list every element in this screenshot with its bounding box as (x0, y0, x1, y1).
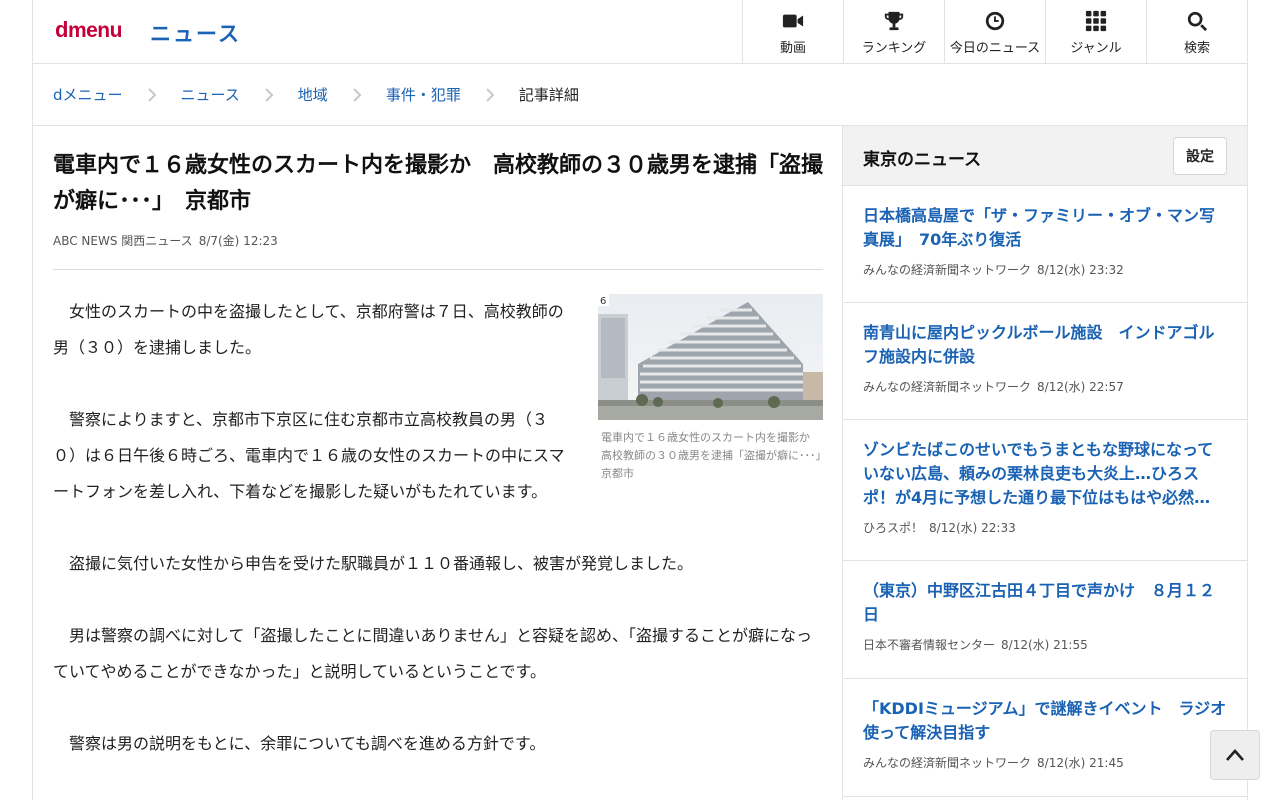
news-item-source: ひろスポ！ (863, 521, 924, 535)
news-item-meta: みんなの経済新聞ネットワーク 8/12(水) 21:45 (863, 754, 1227, 771)
trophy-icon (884, 11, 904, 31)
section-title-news[interactable]: ニュース (150, 18, 241, 48)
breadcrumb-region[interactable]: 地域 (298, 84, 328, 105)
chevron-right-icon (240, 87, 298, 103)
sidebar-local-news: 東京のニュース 設定 日本橋高島屋で「ザ・ファミリー・オブ・マン写真展」 70年… (842, 126, 1247, 800)
breadcrumb-news[interactable]: ニュース (181, 84, 240, 105)
page: dmenu ニュース 動画 ランキング 今日のニュース ジャンル 検索 dメニュ… (32, 0, 1248, 800)
photo-badge: 6 (600, 296, 606, 307)
news-item-datetime: 8/12(水) 22:57 (1037, 380, 1124, 394)
news-item-meta: 日本不審者情報センター 8/12(水) 21:55 (863, 636, 1227, 653)
nav-video[interactable]: 動画 (742, 0, 843, 63)
nav-search-label: 検索 (1183, 41, 1210, 56)
news-item-title[interactable]: ゾンビたばこのせいでもうまともな野球になっていない広島、頼みの栗林良吏も大炎上…… (863, 438, 1227, 510)
news-item-source: みんなの経済新聞ネットワーク (863, 263, 1032, 277)
chevron-right-icon (123, 87, 181, 103)
breadcrumb: dメニュー ニュース 地域 事件・犯罪 記事詳細 (33, 64, 1247, 126)
news-item-meta: みんなの経済新聞ネットワーク 8/12(水) 23:32 (863, 261, 1227, 278)
sidebar-title: 東京のニュース (863, 150, 982, 170)
video-camera-icon (782, 14, 804, 28)
grid-icon (1085, 10, 1107, 32)
nav-search[interactable]: 検索 (1146, 0, 1247, 63)
news-item-datetime: 8/12(水) 21:45 (1037, 756, 1124, 770)
nav-ranking-label: ランキング (861, 41, 927, 56)
breadcrumb-dmenu[interactable]: dメニュー (53, 84, 123, 105)
news-item-datetime: 8/12(水) 23:32 (1037, 263, 1124, 277)
nav-genre-label: ジャンル (1070, 41, 1122, 56)
news-item-title[interactable]: 日本橋高島屋で「ザ・ファミリー・オブ・マン写真展」 70年ぶり復活 (863, 204, 1227, 252)
divider (53, 269, 823, 270)
article-datetime: 8/7(金) 12:23 (198, 234, 278, 248)
nav-today-news-label: 今日のニュース (949, 41, 1041, 56)
search-icon (1187, 11, 1208, 32)
article-figure: 6 電車内で１６歳女性のスカート内を撮影か 高校教師の３０歳男を逮捕「盗撮が癖に… (598, 294, 832, 483)
news-item-title[interactable]: 「KDDIミュージアム」で謎解きイベント ラジオ使って解決目指す (863, 697, 1227, 745)
article-source: ABC NEWS 関西ニュース (53, 234, 193, 248)
back-to-top-button[interactable] (1210, 730, 1260, 780)
dmenu-logo[interactable]: dmenu (55, 17, 122, 43)
news-item-source: 日本不審者情報センター (863, 638, 996, 652)
breadcrumb-current: 記事詳細 (518, 86, 579, 104)
article: 電車内で１６歳女性のスカート内を撮影か 高校教師の３０歳男を逮捕「盗撮が癖に･･… (53, 126, 832, 762)
list-item[interactable]: ゾンビたばこのせいでもうまともな野球になっていない広島、頼みの栗林良吏も大炎上…… (843, 420, 1247, 561)
chevron-up-icon (1226, 749, 1244, 761)
nav-genre[interactable]: ジャンル (1045, 0, 1146, 63)
article-meta: ABC NEWS 関西ニュース 8/7(金) 12:23 (53, 232, 823, 249)
list-item[interactable]: 日本橋高島屋で「ザ・ファミリー・オブ・マン写真展」 70年ぶり復活 みんなの経済… (843, 186, 1247, 303)
article-title: 電車内で１６歳女性のスカート内を撮影か 高校教師の３０歳男を逮捕「盗撮が癖に･･… (53, 153, 824, 214)
news-item-source: みんなの経済新聞ネットワーク (863, 756, 1032, 770)
site-header: dmenu ニュース 動画 ランキング 今日のニュース ジャンル 検索 (33, 0, 1247, 64)
news-item-meta: みんなの経済新聞ネットワーク 8/12(水) 22:57 (863, 378, 1227, 395)
settings-button[interactable]: 設定 (1173, 137, 1227, 175)
news-item-title[interactable]: 南青山に屋内ピックルボール施設 インドアゴルフ施設内に併設 (863, 321, 1227, 369)
article-paragraph: 盗撮に気付いた女性から申告を受けた駅職員が１１０番通報し、被害が発覚しました。 (53, 554, 694, 573)
clock-icon (985, 11, 1005, 31)
news-item-title[interactable]: （東京）中野区江古田４丁目で声かけ ８月１２日 (863, 579, 1227, 627)
news-item-source: みんなの経済新聞ネットワーク (863, 380, 1032, 394)
breadcrumb-crime[interactable]: 事件・犯罪 (386, 84, 461, 105)
list-item[interactable]: 「KDDIミュージアム」で謎解きイベント ラジオ使って解決目指す みんなの経済新… (843, 679, 1247, 797)
article-paragraph: 女性のスカートの中を盗撮したとして、京都府警は７日、高校教師の男（３０）を逮捕し… (53, 302, 564, 357)
news-item-datetime: 8/12(水) 22:33 (929, 521, 1016, 535)
article-paragraph: 警察は男の説明をもとに、余罪についても調べを進める方針です。 (53, 734, 546, 753)
nav-video-label: 動画 (779, 41, 806, 56)
list-item[interactable]: 南青山に屋内ピックルボール施設 インドアゴルフ施設内に併設 みんなの経済新聞ネッ… (843, 303, 1247, 420)
chevron-right-icon (328, 87, 386, 103)
article-paragraph: 男は警察の調べに対して「盗撮したことに間違いありません」と容疑を認め、「盗撮する… (53, 626, 813, 681)
photo-caption: 電車内で１６歳女性のスカート内を撮影か 高校教師の３０歳男を逮捕「盗撮が癖に･･… (601, 431, 832, 480)
article-photo[interactable]: 6 (598, 294, 823, 420)
sidebar-header: 東京のニュース 設定 (843, 126, 1247, 186)
article-paragraph: 警察によりますと、京都市下京区に住む京都市立高校教員の男（３０）は６日午後６時ご… (53, 410, 565, 501)
global-nav: 動画 ランキング 今日のニュース ジャンル 検索 (742, 0, 1247, 63)
nav-ranking[interactable]: ランキング (843, 0, 944, 63)
article-body: 6 電車内で１６歳女性のスカート内を撮影か 高校教師の３０歳男を逮捕「盗撮が癖に… (53, 294, 832, 762)
news-item-meta: ひろスポ！ 8/12(水) 22:33 (863, 519, 1227, 536)
logo-menu: menu (67, 19, 123, 42)
logo-d: d (55, 17, 68, 42)
nav-today-news[interactable]: 今日のニュース (944, 0, 1045, 63)
news-item-datetime: 8/12(水) 21:55 (1001, 638, 1088, 652)
list-item[interactable]: （東京）中野区江古田４丁目で声かけ ８月１２日 日本不審者情報センター 8/12… (843, 561, 1247, 679)
chevron-right-icon (461, 87, 519, 103)
